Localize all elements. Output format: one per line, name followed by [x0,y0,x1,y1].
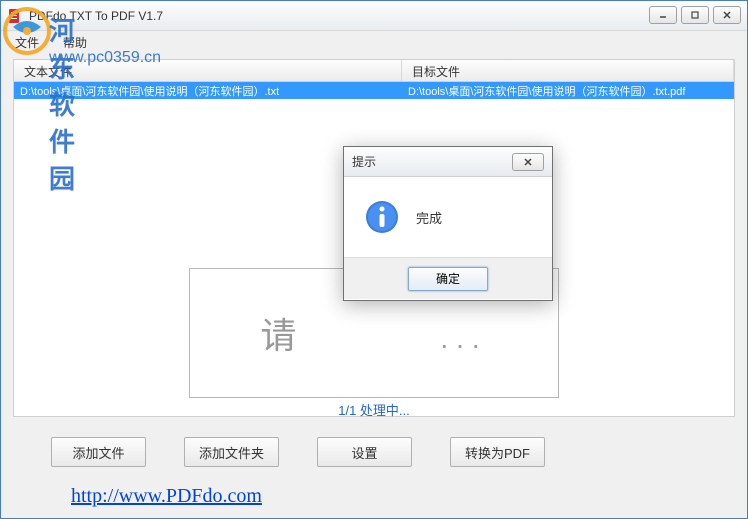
website-link[interactable]: http://www.PDFdo.com [41,485,262,507]
dialog-ok-button[interactable]: 确定 [408,267,488,291]
table-header: 文本文件 目标文件 [14,60,734,82]
app-icon [7,8,23,24]
convert-button[interactable]: 转换为PDF [450,437,545,467]
add-folder-button[interactable]: 添加文件夹 [184,437,279,467]
titlebar: PDFdo TXT To PDF V1.7 [1,1,747,31]
maximize-button[interactable] [681,6,709,24]
menu-help[interactable]: 帮助 [57,32,93,53]
progress-text: 1/1 处理中... [338,400,410,419]
minimize-button[interactable] [649,6,677,24]
window-title: PDFdo TXT To PDF V1.7 [29,9,741,23]
dropzone-text-suffix: ... [440,323,487,355]
close-button[interactable] [713,6,741,24]
add-file-button[interactable]: 添加文件 [51,437,146,467]
message-dialog: 提示 完成 确定 [343,146,553,301]
menu-file[interactable]: 文件 [9,32,45,53]
button-row: 添加文件 添加文件夹 设置 转换为PDF [41,437,707,467]
dialog-title: 提示 [352,153,512,170]
dialog-titlebar: 提示 [344,147,552,177]
main-window: PDFdo TXT To PDF V1.7 文件 帮助 文本文件 目标文件 D:… [0,0,748,519]
dialog-close-button[interactable] [512,153,544,171]
bottom-bar: 添加文件 添加文件夹 设置 转换为PDF http://www.PDFdo.co… [1,437,747,508]
dialog-footer: 确定 [344,257,552,299]
cell-source: D:\tools\桌面\河东软件园\使用说明（河东软件园）.txt [14,82,402,99]
menubar: 文件 帮助 [1,31,747,53]
cell-target: D:\tools\桌面\河东软件园\使用说明（河东软件园）.txt.pdf [402,82,734,99]
dialog-body: 完成 [344,177,552,257]
dropzone-text-prefix: 请 [260,307,300,359]
window-controls [649,6,741,24]
info-icon [364,199,400,235]
settings-button[interactable]: 设置 [317,437,412,467]
column-source[interactable]: 文本文件 [14,60,402,81]
dialog-message: 完成 [416,208,442,227]
table-row[interactable]: D:\tools\桌面\河东软件园\使用说明（河东软件园）.txt D:\too… [14,82,734,99]
column-target[interactable]: 目标文件 [402,60,734,81]
